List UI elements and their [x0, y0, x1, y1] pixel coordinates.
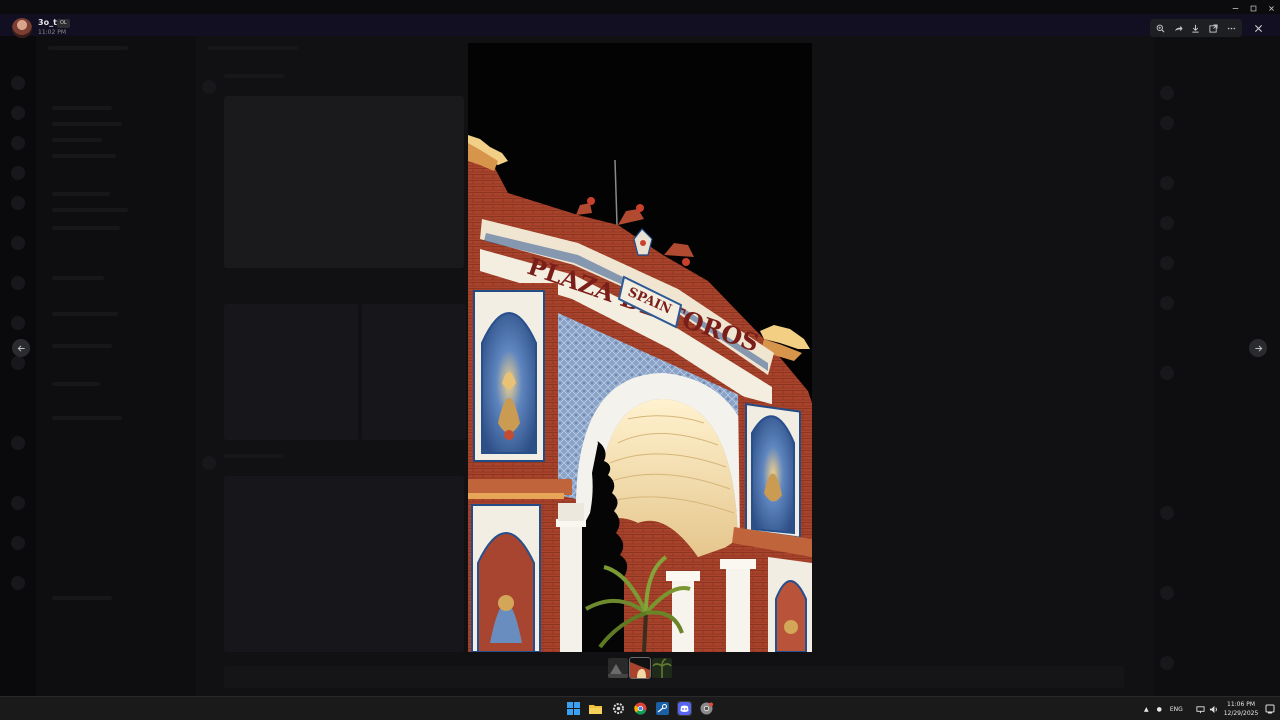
more-icon: [1227, 27, 1235, 29]
clock-date: 12/29/2025: [1223, 710, 1259, 717]
zoom-button[interactable]: [1154, 21, 1168, 35]
close-viewer-button[interactable]: [1249, 19, 1267, 37]
more-button[interactable]: [1224, 21, 1238, 35]
arrow-right-icon: [1254, 344, 1262, 352]
plaza-de-toros-photo: PLAZA DE TOROS SPAIN: [468, 43, 812, 652]
background-channel-list: [36, 36, 196, 696]
background-member-list: [1154, 36, 1280, 696]
arrow-left-icon: [17, 344, 25, 352]
microphone-icon[interactable]: ●: [1157, 706, 1162, 713]
settings-icon: [613, 703, 624, 714]
open-in-browser-icon: [1209, 23, 1218, 33]
steam-button[interactable]: [655, 701, 670, 716]
file-explorer-button[interactable]: [588, 701, 603, 716]
chrome-icon: [634, 702, 647, 715]
forward-icon: [1174, 25, 1183, 31]
chrome-alt-button[interactable]: [699, 701, 714, 716]
viewer-toolbar: [1150, 19, 1242, 37]
close-icon: [1254, 24, 1262, 32]
discord-icon: [678, 702, 691, 715]
thumbnail-strip: [608, 657, 672, 679]
tray-status-icons[interactable]: [1196, 697, 1218, 720]
background-server-rail: [0, 36, 36, 696]
thumbnail-3[interactable]: [652, 658, 672, 678]
system-tray: ▲ ● ENG: [1144, 697, 1183, 720]
thumbnail-2[interactable]: [629, 657, 651, 679]
thumbnail-1[interactable]: [608, 658, 628, 678]
steam-icon: [656, 702, 669, 715]
download-button[interactable]: [1189, 21, 1203, 35]
message-timestamp: 11:02 PM: [38, 29, 66, 36]
avatar[interactable]: [12, 18, 32, 38]
chrome-button[interactable]: [633, 701, 648, 716]
download-icon: [1192, 24, 1200, 33]
language-indicator[interactable]: ENG: [1170, 706, 1183, 713]
image-viewer-photo[interactable]: PLAZA DE TOROS SPAIN: [468, 43, 812, 652]
file-explorer-icon: [589, 705, 602, 714]
next-image-button[interactable]: [1249, 339, 1267, 357]
clock-time: 11:06 PM: [1227, 701, 1255, 708]
windows-taskbar: ▲ ● ENG 11:06 PM 12/29/2025: [0, 696, 1280, 720]
previous-image-button[interactable]: [12, 339, 30, 357]
start-icon: [567, 702, 580, 715]
start-button[interactable]: [566, 701, 581, 716]
settings-button[interactable]: [611, 701, 626, 716]
author-tag: OL: [57, 19, 70, 28]
zoom-icon: [1156, 24, 1165, 32]
viewer-header: 3o_t OL 11:02 PM: [0, 0, 1280, 40]
notification-icon: [1265, 704, 1274, 713]
forward-button[interactable]: [1171, 21, 1185, 35]
chrome-alt-icon: [700, 702, 713, 715]
author-name[interactable]: 3o_t: [38, 18, 57, 27]
open-in-browser-button[interactable]: [1207, 21, 1221, 35]
network-icon: [1196, 705, 1205, 713]
notifications-button[interactable]: [1262, 701, 1277, 716]
volume-icon: [1209, 705, 1217, 713]
discord-button[interactable]: [677, 701, 692, 716]
taskbar-clock[interactable]: 11:06 PM 12/29/2025: [1222, 700, 1260, 718]
tray-overflow-icon[interactable]: ▲: [1144, 706, 1149, 713]
